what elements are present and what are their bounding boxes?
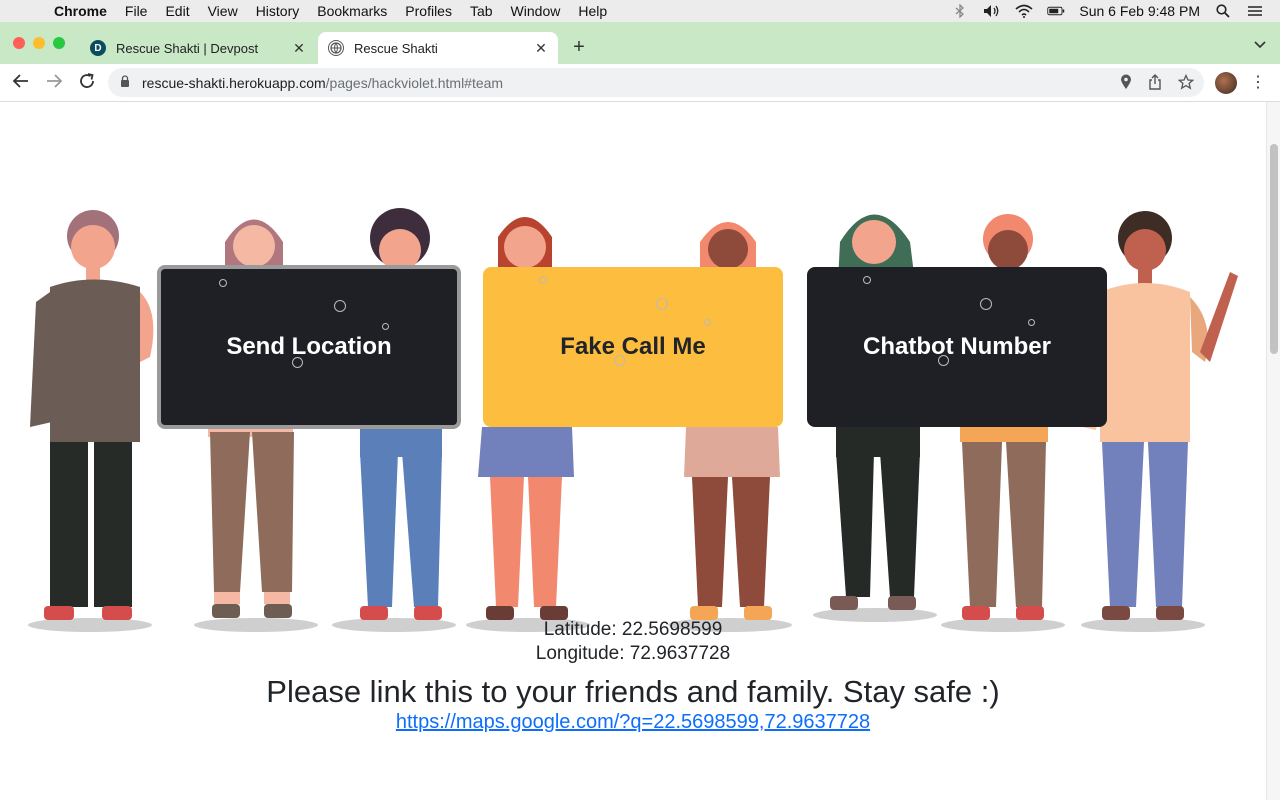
bubble-decoration [863, 276, 871, 284]
latitude-text: Latitude: 22.5698599 [543, 619, 723, 640]
menu-profiles[interactable]: Profiles [405, 3, 452, 19]
volume-icon[interactable] [983, 4, 1001, 18]
bubble-decoration [938, 355, 949, 366]
location-pin-icon[interactable] [1120, 74, 1132, 93]
omnibox-actions [1120, 73, 1195, 93]
new-tab-icon[interactable]: + [568, 37, 590, 57]
bubble-decoration [704, 319, 711, 326]
bubble-decoration [1028, 319, 1035, 326]
page-content: Send Location Fake Call Me Chatbot Numbe… [0, 102, 1266, 800]
menu-app-name[interactable]: Chrome [54, 3, 107, 19]
share-icon[interactable] [1148, 74, 1162, 93]
google-maps-link[interactable]: https://maps.google.com/?q=22.5698599,72… [396, 711, 870, 733]
tab-devpost[interactable]: D Rescue Shakti | Devpost ✕ [80, 32, 316, 64]
devpost-favicon-icon: D [90, 40, 106, 56]
menu-file[interactable]: File [125, 3, 148, 19]
fake-call-button[interactable]: Fake Call Me [483, 267, 783, 427]
fullscreen-window-button[interactable] [53, 37, 65, 49]
menu-view[interactable]: View [208, 3, 238, 19]
bubble-decoration [292, 357, 303, 368]
map-link-container: https://maps.google.com/?q=22.5698599,72… [0, 711, 1266, 734]
close-tab-icon[interactable]: ✕ [532, 40, 550, 57]
bubble-decoration [219, 279, 227, 287]
longitude-text: Longitude: 72.9637728 [535, 643, 731, 664]
bubble-decoration [539, 276, 547, 284]
status-area: Sun 6 Feb 9:48 PM [951, 0, 1264, 22]
browser-toolbar: rescue-shakti.herokuapp.com/pages/hackvi… [0, 64, 1280, 102]
address-bar[interactable]: rescue-shakti.herokuapp.com/pages/hackvi… [108, 68, 1204, 97]
send-location-label: Send Location [226, 333, 392, 360]
tab-rescue-shakti[interactable]: Rescue Shakti ✕ [318, 32, 558, 64]
bubble-decoration [656, 298, 668, 310]
menu-window[interactable]: Window [511, 3, 561, 19]
tab-title: Rescue Shakti [354, 40, 438, 56]
back-arrow-icon[interactable] [10, 72, 32, 94]
menu-history[interactable]: History [256, 3, 300, 19]
bookmark-star-icon[interactable] [1177, 73, 1195, 93]
menubar-clock[interactable]: Sun 6 Feb 9:48 PM [1079, 3, 1200, 19]
url-host: rescue-shakti.herokuapp.com [142, 74, 326, 91]
menu-edit[interactable]: Edit [165, 3, 189, 19]
more-options-icon[interactable]: ⋮ [1250, 72, 1266, 92]
spotlight-search-icon[interactable] [1214, 4, 1232, 18]
bluetooth-icon[interactable] [951, 4, 969, 18]
close-tab-icon[interactable]: ✕ [290, 40, 308, 57]
send-location-button[interactable]: Send Location [157, 265, 461, 429]
menu-tab[interactable]: Tab [470, 3, 493, 19]
bubble-decoration [980, 298, 992, 310]
menu-help[interactable]: Help [578, 3, 607, 19]
close-window-button[interactable] [13, 37, 25, 49]
url-path: /pages/hackviolet.html#team [325, 74, 504, 91]
page-scrollbar[interactable] [1266, 102, 1280, 800]
tab-title: Rescue Shakti | Devpost [116, 40, 259, 56]
control-center-icon[interactable] [1246, 4, 1264, 18]
tab-strip: D Rescue Shakti | Devpost ✕ Rescue Shakt… [0, 22, 1280, 64]
battery-icon[interactable] [1047, 4, 1065, 18]
profile-avatar[interactable] [1215, 72, 1237, 94]
tab-search-chevron-down-icon[interactable] [1254, 38, 1266, 52]
menu-bookmarks[interactable]: Bookmarks [317, 3, 387, 19]
globe-favicon-icon [328, 40, 344, 56]
scrollbar-thumb[interactable] [1270, 144, 1278, 354]
bubble-decoration [334, 300, 346, 312]
chatbot-number-button[interactable]: Chatbot Number [807, 267, 1107, 427]
forward-arrow-icon[interactable] [43, 72, 65, 94]
reload-icon[interactable] [76, 72, 98, 94]
chatbot-number-label: Chatbot Number [863, 333, 1051, 360]
bubble-decoration [614, 355, 625, 366]
fake-call-label: Fake Call Me [560, 333, 706, 360]
macos-menu-bar: Chrome File Edit View History Bookmarks … [0, 0, 1280, 22]
minimize-window-button[interactable] [33, 37, 45, 49]
lock-icon[interactable] [120, 75, 132, 90]
safety-message: Please link this to your friends and fam… [266, 674, 1000, 709]
url-text[interactable]: rescue-shakti.herokuapp.com/pages/hackvi… [142, 75, 503, 91]
bubble-decoration [382, 323, 389, 330]
wifi-icon[interactable] [1015, 4, 1033, 18]
